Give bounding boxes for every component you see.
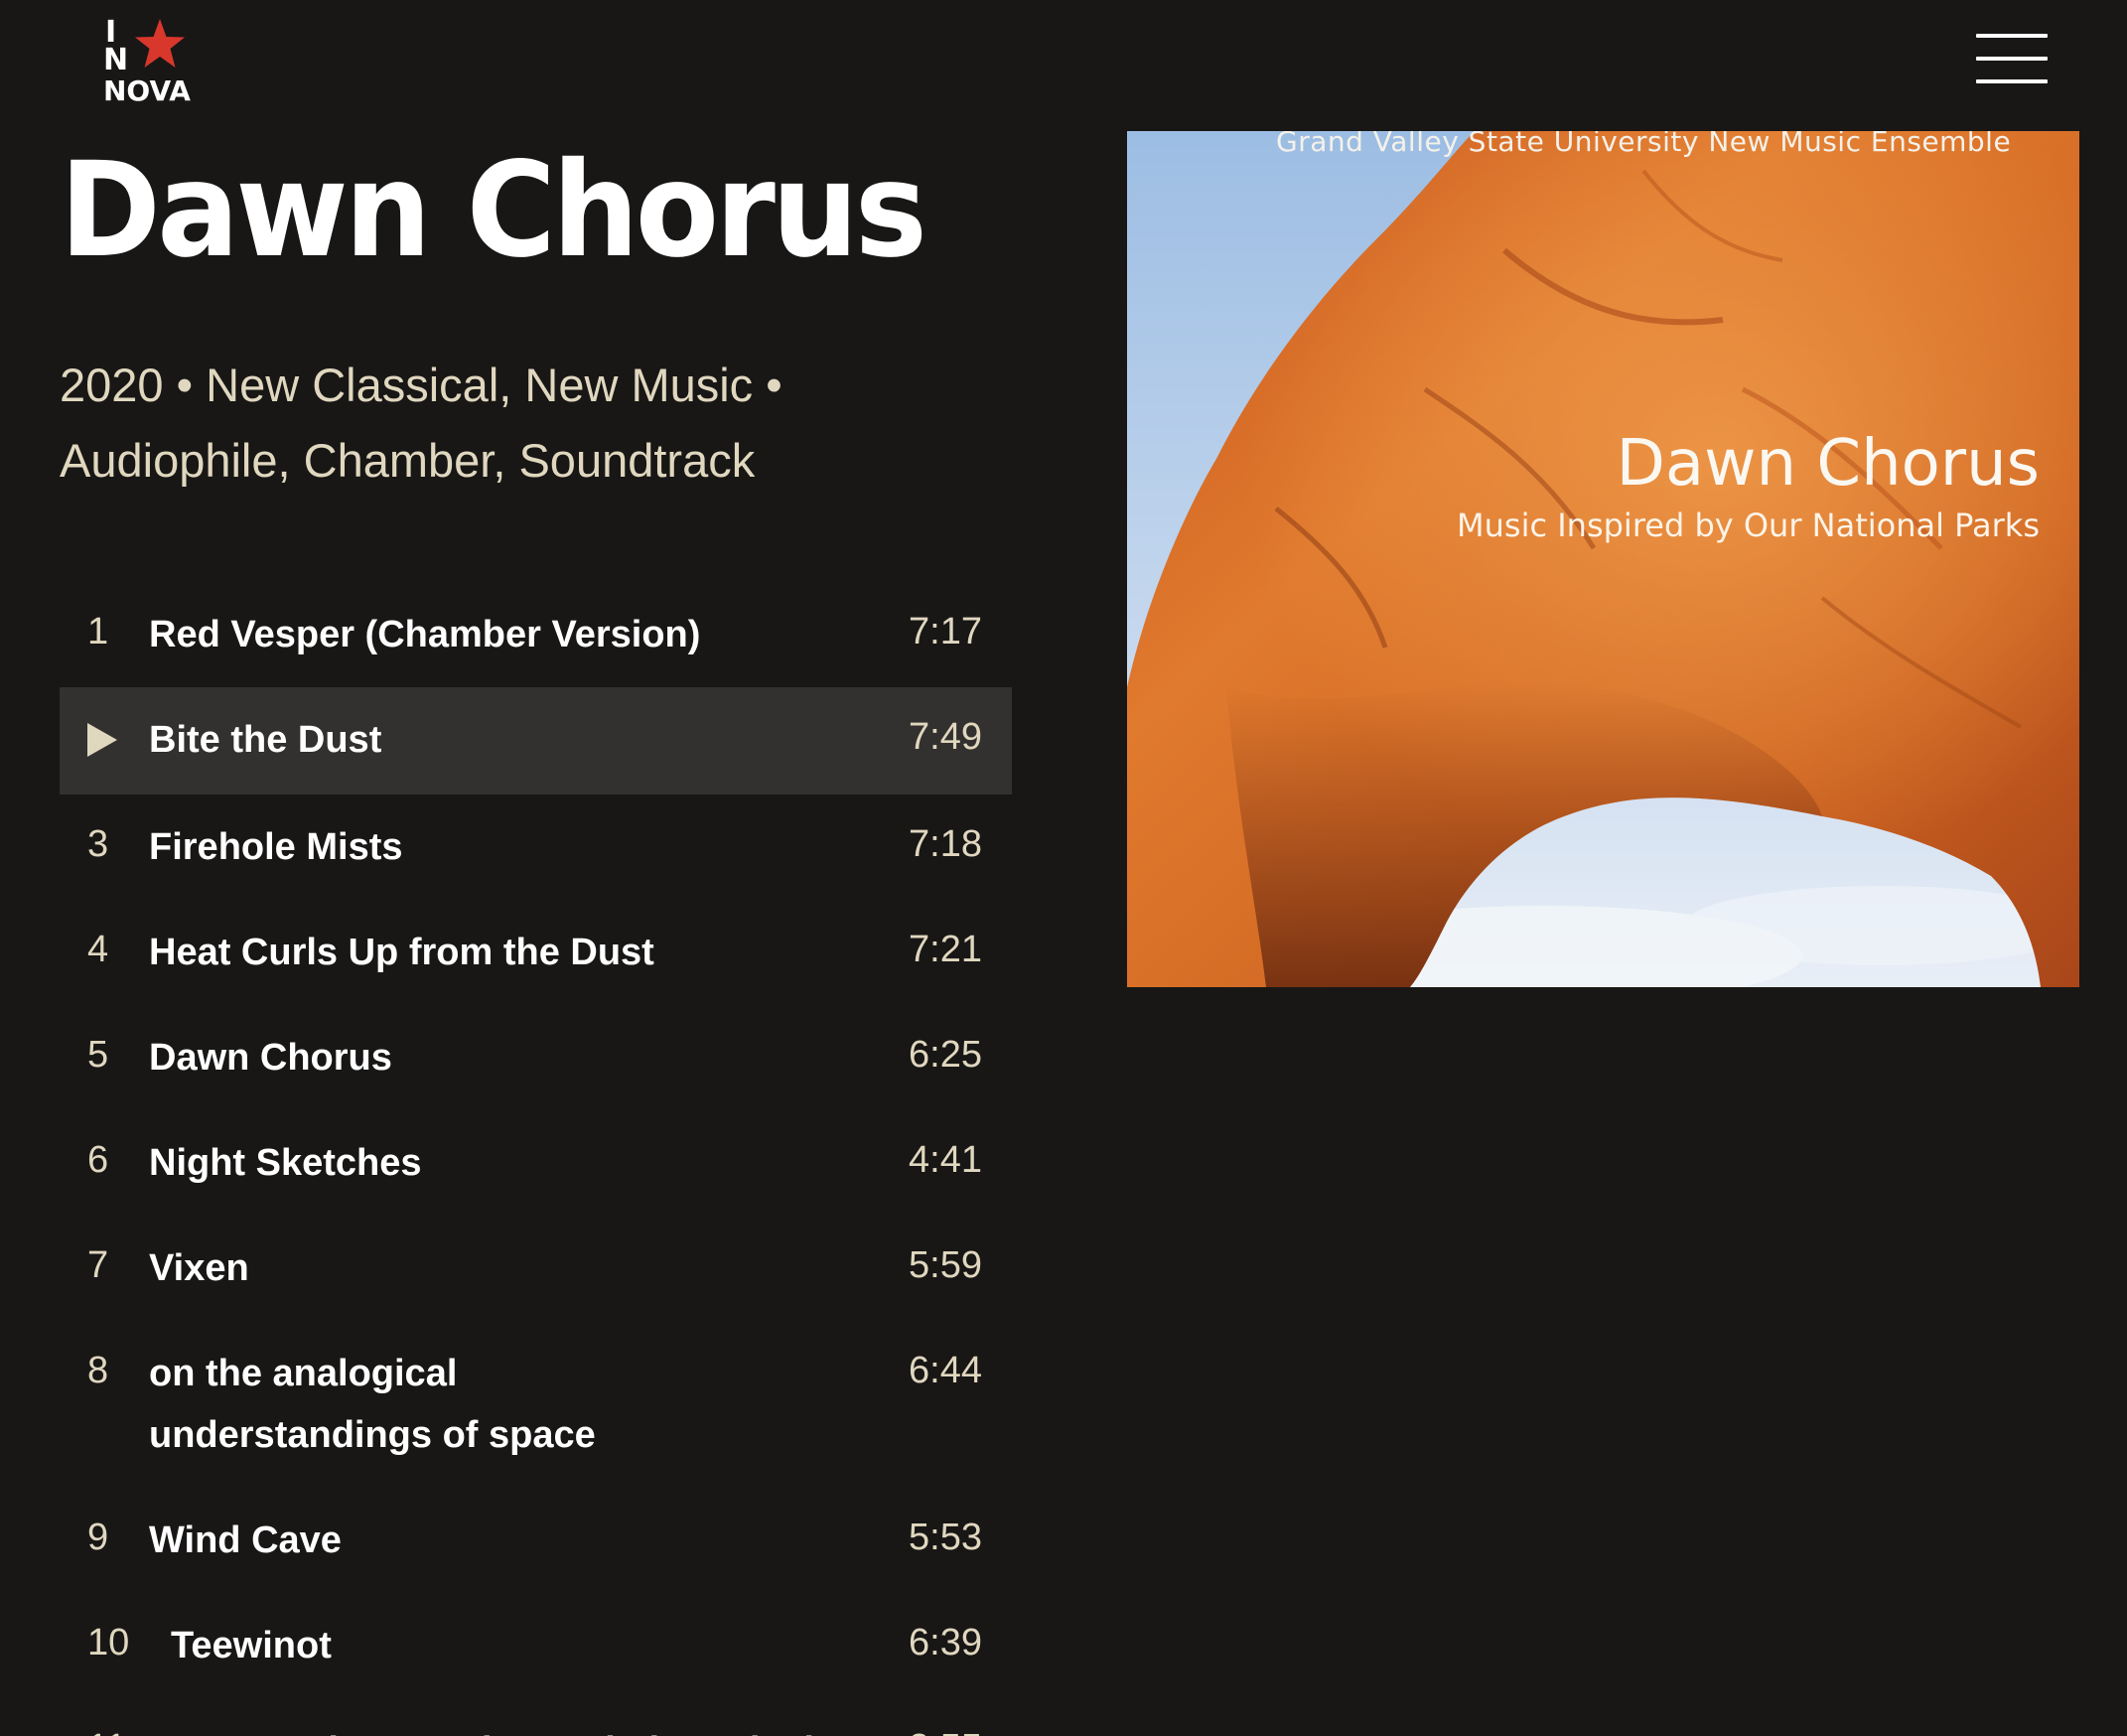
track-title: Wind Cave xyxy=(149,1519,342,1561)
track-number: 3 xyxy=(87,823,109,865)
track-number: 4 xyxy=(87,929,109,970)
track-duration: 6:44 xyxy=(909,1350,982,1391)
track-row[interactable]: 4 Heat Curls Up from the Dust 7:21 xyxy=(60,900,1012,1005)
track-title: Firehole Mists xyxy=(149,826,403,868)
menu-bar xyxy=(1976,79,2048,83)
track-number: 7 xyxy=(87,1244,109,1286)
tracklist: 1 Red Vesper (Chamber Version) 7:17 Bite… xyxy=(60,582,1012,1736)
track-number: 5 xyxy=(87,1034,109,1076)
track-row[interactable]: 6 Night Sketches 4:41 xyxy=(60,1110,1012,1216)
play-icon[interactable] xyxy=(87,723,117,757)
track-title: Bite the Dust xyxy=(149,719,382,761)
cover-title-text: Dawn Chorus xyxy=(1616,427,2040,501)
track-duration: 6:39 xyxy=(909,1622,982,1664)
track-title: Teewinot xyxy=(171,1625,332,1666)
track-title: Dawn Chorus xyxy=(149,1037,392,1079)
track-number: 1 xyxy=(87,611,109,652)
cover-image xyxy=(1127,131,2079,987)
hamburger-menu-icon[interactable] xyxy=(1974,30,2050,89)
album-cover-art[interactable]: Grand Valley State University New Music … xyxy=(1127,131,2079,987)
cover-ensemble-text: Grand Valley State University New Music … xyxy=(1276,131,2012,158)
track-title: on the analogical understandings of spac… xyxy=(149,1353,596,1456)
star-icon xyxy=(135,19,185,68)
track-row[interactable]: 1 Red Vesper (Chamber Version) 7:17 xyxy=(60,582,1012,687)
track-duration: 5:53 xyxy=(909,1517,982,1558)
track-duration: 7:18 xyxy=(909,823,982,865)
track-row[interactable]: 8 on the analogical understandings of sp… xyxy=(60,1321,1012,1488)
track-row[interactable]: 5 Dawn Chorus 6:25 xyxy=(60,1005,1012,1110)
track-number: 9 xyxy=(87,1517,109,1558)
album-title: Dawn Chorus xyxy=(60,134,927,287)
track-title: Night Sketches xyxy=(149,1142,422,1184)
logo-letter-n: N xyxy=(103,43,129,77)
track-title: Heat Curls Up from the Dust xyxy=(149,932,654,973)
track-title: Canvas the Bear (Extended Version) xyxy=(171,1720,909,1736)
logo-wordmark: NOVA xyxy=(103,74,191,107)
track-duration: 7:21 xyxy=(909,929,982,970)
track-row[interactable]: 11 Canvas the Bear (Extended Version) 3:… xyxy=(60,1698,1012,1736)
track-play-slot xyxy=(87,709,149,773)
album-meta-line: Audiophile, Chamber, Soundtrack xyxy=(60,434,756,487)
track-title: Vixen xyxy=(149,1247,249,1289)
track-row[interactable]: 9 Wind Cave 5:53 xyxy=(60,1488,1012,1593)
album-meta: 2020 • New Classical, New Music • Audiop… xyxy=(60,348,953,499)
track-title: Red Vesper (Chamber Version) xyxy=(149,614,701,655)
track-duration: 4:41 xyxy=(909,1139,982,1181)
track-duration: 5:59 xyxy=(909,1244,982,1286)
menu-bar xyxy=(1976,57,2048,61)
track-duration: 6:25 xyxy=(909,1034,982,1076)
nova-logo[interactable]: I N NOVA xyxy=(99,16,191,105)
track-duration: 7:49 xyxy=(909,716,982,758)
track-number: 8 xyxy=(87,1350,109,1391)
track-row[interactable]: 10 Teewinot 6:39 xyxy=(60,1593,1012,1698)
track-row[interactable]: 3 Firehole Mists 7:18 xyxy=(60,795,1012,900)
track-duration: 3:55 xyxy=(909,1720,982,1736)
album-meta-line: 2020 • New Classical, New Music • xyxy=(60,359,782,411)
album-page: I N NOVA Dawn Chorus 2020 • New Classica… xyxy=(0,0,2127,1736)
track-number: 10 xyxy=(87,1622,130,1664)
track-duration: 7:17 xyxy=(909,611,982,652)
cover-subtitle-text: Music Inspired by Our National Parks xyxy=(1457,506,2040,544)
menu-bar xyxy=(1976,34,2048,38)
track-number: 11 xyxy=(87,1720,171,1736)
track-row-playing[interactable]: Bite the Dust 7:49 xyxy=(60,687,1012,795)
track-number: 6 xyxy=(87,1139,109,1181)
track-row[interactable]: 7 Vixen 5:59 xyxy=(60,1216,1012,1321)
